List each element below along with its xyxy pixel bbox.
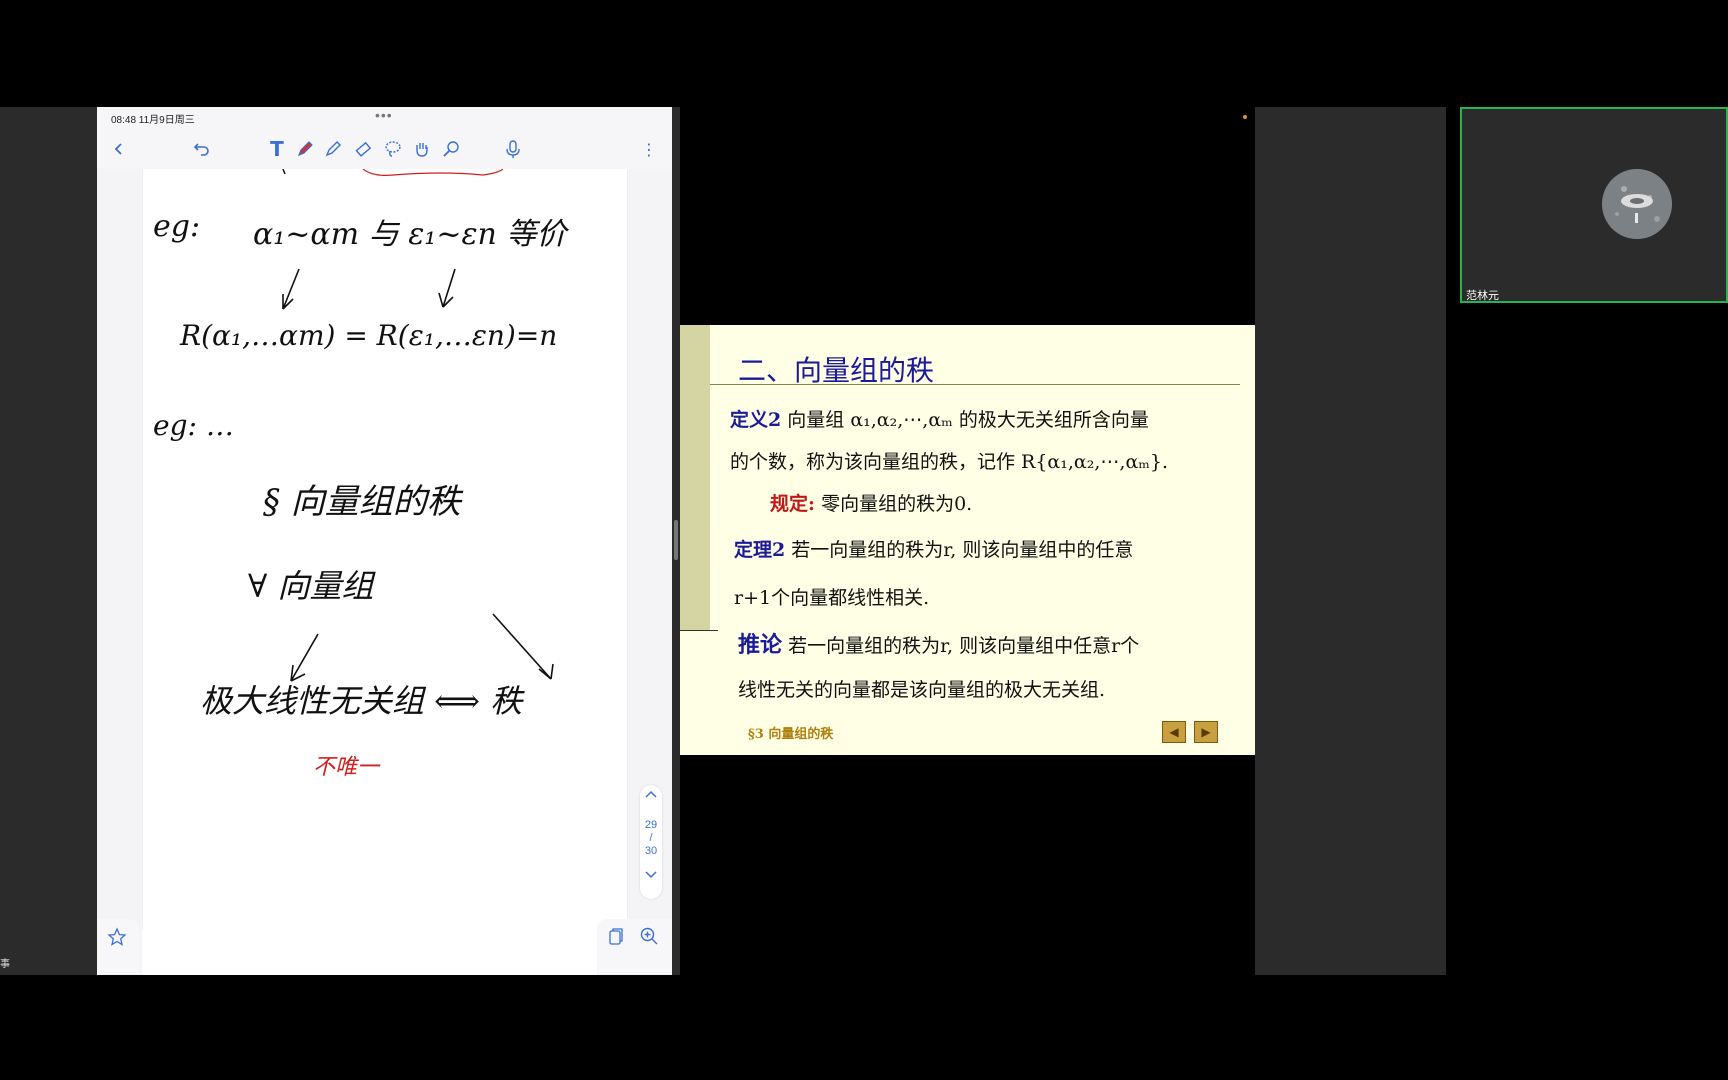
handwriting-any-vector-group: ∀ 向量组 (248, 567, 374, 605)
page-down-icon[interactable] (640, 870, 662, 882)
page-up-icon[interactable] (640, 789, 662, 801)
rule-line: 规定: 零向量组的秩为0. (770, 489, 972, 516)
participant-avatar (1602, 169, 1672, 239)
theorem-text-2: r+1个向量都线性相关. (734, 587, 930, 609)
zoom-in-icon[interactable] (639, 926, 659, 950)
theorem-label: 定理2 (734, 539, 786, 561)
left-gutter (97, 169, 142, 975)
definition-label: 定义2 (730, 409, 782, 431)
page-current: 29 (644, 819, 658, 831)
highlighter-icon[interactable] (321, 137, 345, 161)
microphone-icon[interactable] (501, 137, 525, 161)
slide-footer-section: §3 向量组的秩 (748, 727, 834, 742)
pen-tool-icon[interactable] (293, 137, 317, 161)
laser-pointer-icon[interactable] (439, 137, 463, 161)
theorem-text-1: 若一向量组的秩为r, 则该向量组中的任意 (791, 539, 1134, 561)
hand-tool-icon[interactable] (410, 137, 434, 161)
notes-toolbar: T ⋮ (97, 129, 672, 170)
slide-next-button[interactable]: ▶ (1194, 721, 1218, 743)
rule-text: 零向量组的秩为0. (821, 493, 973, 515)
left-edge-text: 事 (0, 959, 10, 970)
handwriting-canvas (282, 168, 554, 682)
back-icon[interactable] (107, 137, 131, 161)
recording-dot (1243, 115, 1247, 119)
slide-pane: 二、向量组的秩 定义2 向量组 α₁,α₂,⋯,αₘ 的极大无关组所含向量 的个… (680, 107, 1255, 975)
definition-line-1: 定义2 向量组 α₁,α₂,⋯,αₘ 的极大无关组所含向量 (730, 405, 1149, 432)
pages-icon[interactable] (606, 926, 626, 950)
page-sep: / (649, 832, 653, 844)
handwriting-section-title: § 向量组的秩 (263, 482, 461, 522)
lasso-icon[interactable] (381, 137, 405, 161)
text-tool-icon[interactable]: T (265, 137, 289, 161)
note-page[interactable]: eg: α₁~αm 与 ε₁~εn 等价 R(α₁,…αm) = R(ε₁,…ε… (142, 168, 628, 929)
more-options-icon[interactable]: ⋮ (637, 137, 661, 161)
corollary-text-1: 若一向量组的秩为r, 则该向量组中任意r个 (788, 635, 1140, 657)
undo-icon[interactable] (190, 137, 214, 161)
favorite-star-icon[interactable] (107, 927, 127, 951)
corollary-label: 推论 (738, 632, 783, 658)
presentation-slide: 二、向量组的秩 定义2 向量组 α₁,α₂,⋯,αₘ 的极大无关组所含向量 的个… (680, 325, 1255, 755)
slide-heading: 二、向量组的秩 (738, 354, 935, 387)
slide-left-bar (680, 325, 710, 630)
handwriting-max-independent: 极大线性无关组 ⟺ 秩 (200, 682, 523, 720)
page-navigator[interactable]: 29 / 30 (640, 785, 662, 899)
corollary-text-2: 线性无关的向量都是该向量组的极大无关组. (738, 679, 1106, 701)
slide-bar-tick (680, 630, 718, 631)
bottom-left-panel (97, 919, 139, 975)
handwriting-rank-equation: R(α₁,…αm) = R(ε₁,…εn)=n (180, 319, 558, 352)
slide-prev-button[interactable]: ◀ (1162, 721, 1186, 743)
theorem-line-1: 定理2 若一向量组的秩为r, 则该向量组中的任意 (734, 535, 1133, 562)
rule-label: 规定: (770, 493, 816, 515)
participant-name: 范林元 (1466, 290, 1499, 302)
notes-app: 08:48 11月9日周三 ••• T ⋮ eg: α₁~αm 与 ε₁~εn … (97, 107, 672, 975)
eraser-icon[interactable] (351, 137, 375, 161)
status-bar: 08:48 11月9日周三 ••• (97, 107, 672, 129)
handwriting-eg-1: eg: (153, 209, 201, 244)
split-view-handle[interactable] (674, 520, 678, 560)
handwriting-eg-2: eg: … (153, 409, 234, 442)
handwriting-equivalence: α₁~αm 与 ε₁~εn 等价 (253, 217, 567, 252)
page-indicator: 29 / 30 (640, 819, 662, 858)
corollary-line-1: 推论 若一向量组的秩为r, 则该向量组中任意r个 (738, 627, 1139, 659)
slide-heading-rule (710, 384, 1240, 385)
status-time: 08:48 11月9日周三 (111, 115, 195, 126)
handwriting-not-unique: 不唯一 (313, 755, 380, 780)
definition-text-1: 向量组 α₁,α₂,⋯,αₘ 的极大无关组所含向量 (787, 409, 1149, 431)
more-dots-icon[interactable]: ••• (375, 107, 393, 123)
page-total: 30 (644, 845, 658, 857)
participant-video-tile[interactable]: 范林元 (1460, 107, 1728, 303)
bottom-right-panel (597, 919, 672, 975)
definition-text-2: 的个数，称为该向量组的秩，记作 R{α₁,α₂,⋯,αₘ}. (730, 451, 1169, 473)
